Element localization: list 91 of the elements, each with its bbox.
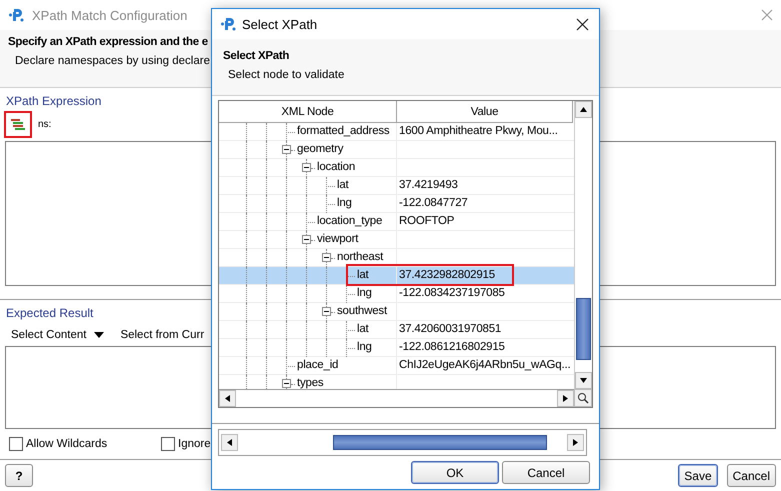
window-title: Select XPath	[242, 16, 318, 32]
scroll-left-button[interactable]	[221, 434, 238, 451]
close-icon[interactable]	[576, 18, 589, 30]
tree-row[interactable]: lat 37.42060031970851	[219, 321, 574, 339]
tree-row[interactable]: lng -122.0847727	[219, 195, 574, 213]
cancel-button[interactable]: Cancel	[726, 464, 776, 487]
tree-row[interactable]: place_id ChIJ2eUgeAK6j4ARbn5u_wAGq...	[219, 357, 574, 375]
tree-row[interactable]: lat 37.4232982802915	[219, 267, 574, 285]
checkbox-label: Ignore	[178, 438, 211, 450]
scroll-right-button[interactable]	[567, 434, 584, 451]
ok-button[interactable]: OK	[411, 461, 499, 484]
scroll-up-button[interactable]	[575, 101, 592, 118]
node-value: -122.0847727	[398, 196, 468, 211]
dialog-heading: Specify an XPath expression and the e	[8, 36, 208, 48]
up-arrow-icon	[580, 106, 587, 113]
app-logo-icon	[8, 7, 24, 23]
section-label: XPath Expression	[6, 94, 102, 108]
node-name: lng	[357, 286, 372, 301]
dialog-description: Select node to validate	[227, 69, 344, 81]
save-button[interactable]: Save	[678, 464, 718, 487]
down-arrow-icon	[580, 377, 587, 384]
collapse-icon[interactable]	[322, 307, 331, 316]
collapse-icon[interactable]	[282, 145, 291, 154]
tree-row[interactable]: lng -122.0861216802915	[219, 339, 574, 357]
tree-row[interactable]: viewport	[219, 231, 574, 249]
horizontal-scrollbar[interactable]	[218, 429, 587, 456]
left-arrow-icon	[226, 439, 233, 446]
node-name: lat	[337, 178, 349, 193]
node-name: lat	[357, 322, 369, 337]
scrollbar-thumb[interactable]	[333, 435, 547, 450]
namespace-label: ns:	[38, 119, 52, 130]
checkbox-label: Allow Wildcards	[26, 438, 108, 450]
zoom-button[interactable]	[574, 389, 592, 407]
caret-icon	[94, 332, 104, 338]
magnifier-icon	[577, 392, 589, 404]
tree-row[interactable]: lat 37.4219493	[219, 177, 574, 195]
node-name: southwest	[337, 304, 387, 319]
checkbox[interactable]	[9, 436, 23, 451]
collapse-icon[interactable]	[302, 163, 311, 172]
node-name: lng	[337, 196, 352, 211]
node-name: lng	[357, 340, 372, 355]
tree-row[interactable]: geometry	[219, 141, 574, 159]
column-header[interactable]: XML Node	[219, 101, 397, 123]
node-name: place_id	[297, 358, 338, 373]
scroll-left-button[interactable]	[219, 390, 236, 407]
node-value: 37.42060031970851	[398, 322, 502, 337]
collapse-icon[interactable]	[282, 379, 291, 388]
node-name: types	[297, 376, 324, 389]
left-arrow-icon	[224, 395, 231, 402]
tree-row[interactable]: location	[219, 159, 574, 177]
node-name: northeast	[337, 250, 384, 265]
select-from-current-button[interactable]: Select from Curr	[120, 329, 204, 342]
right-arrow-icon	[572, 439, 579, 446]
collapse-icon[interactable]	[302, 235, 311, 244]
dialog-description: Declare namespaces by using declare	[14, 55, 210, 67]
cancel-button[interactable]: Cancel	[502, 461, 590, 484]
node-name: lat	[357, 268, 369, 283]
node-name: viewport	[317, 232, 358, 247]
tree-row[interactable]: northeast	[219, 249, 574, 267]
app-logo-icon	[220, 16, 236, 32]
scroll-down-button[interactable]	[575, 372, 592, 389]
scrollbar-thumb[interactable]	[576, 298, 591, 360]
node-value: -122.0861216802915	[398, 340, 505, 355]
help-button[interactable]: ?	[5, 464, 33, 487]
tree-row[interactable]: lng -122.0834237197085	[219, 285, 574, 303]
section-label: Expected Result	[6, 306, 94, 320]
vertical-scrollbar[interactable]	[574, 101, 592, 389]
node-name: location	[317, 160, 356, 175]
right-arrow-icon	[562, 395, 569, 402]
node-name: formatted_address	[297, 124, 390, 139]
window-title: XPath Match Configuration	[32, 8, 188, 22]
node-value: -122.0834237197085	[398, 286, 505, 301]
namespace-button[interactable]	[4, 111, 32, 138]
stacked-lines-icon	[10, 118, 26, 132]
node-value: 37.4219493	[398, 178, 458, 193]
select-content-dropdown[interactable]: Select Content	[11, 329, 104, 342]
tree-row[interactable]: formatted_address 1600 Amphitheatre Pkwy, Mou...	[219, 123, 574, 141]
scroll-right-button[interactable]	[557, 390, 574, 407]
node-name: location_type	[317, 214, 382, 229]
node-value: ROOFTOP	[398, 214, 454, 229]
column-header[interactable]: Value	[397, 101, 573, 123]
tree-row[interactable]: southwest	[219, 303, 574, 321]
node-name: geometry	[297, 142, 344, 157]
collapse-icon[interactable]	[322, 253, 331, 262]
node-value: 1600 Amphitheatre Pkwy, Mou...	[398, 124, 558, 139]
dialog-heading: Select XPath	[223, 50, 290, 62]
node-value: ChIJ2eUgeAK6j4ARbn5u_wAGq...	[398, 358, 570, 373]
tree-row[interactable]: location_type ROOFTOP	[219, 213, 574, 231]
node-value: 37.4232982802915	[398, 268, 495, 283]
horizontal-scrollbar[interactable]	[219, 389, 574, 407]
checkbox[interactable]	[161, 436, 175, 451]
